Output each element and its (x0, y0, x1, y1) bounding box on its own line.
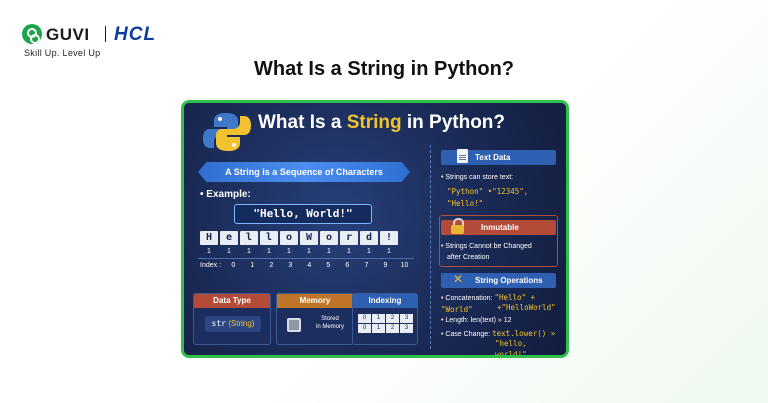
operation-code: text.lower() » (492, 329, 556, 338)
poster-title-part: in (401, 112, 430, 133)
memory-description: Stored in Memory (309, 315, 351, 331)
brand-divider (105, 26, 106, 42)
indexing-card: Indexing 0 1 2 3 0 1 2 3 (352, 293, 418, 345)
lock-icon (451, 218, 464, 234)
immutable-line: after Creation (447, 254, 490, 261)
char-cell: r (340, 231, 358, 245)
index-label: Index : (200, 261, 222, 269)
str-paren: (String) (228, 319, 255, 328)
char-cell: H (200, 231, 218, 245)
length-cell: 1 (267, 248, 271, 255)
data-type-card: Data Type str (String) (193, 293, 271, 345)
indexing-header: Indexing (353, 294, 417, 308)
document-icon (457, 149, 468, 163)
brand-hcl-text: HCL (114, 24, 157, 45)
index-row: Index : 0 1 2 3 4 5 6 7 9 10 (198, 258, 414, 271)
brand-tagline: Skill Up. Level Up (24, 48, 101, 58)
length-cell: 1 (287, 248, 291, 255)
memory-chip-icon (287, 318, 301, 332)
operation-label: • Case Change: (441, 331, 493, 338)
index-cell: 6 (345, 261, 350, 269)
operation-label: • Concatenation: (441, 295, 495, 302)
operation-result: +"HelloWorld" (497, 303, 556, 312)
length-cell: 1 (207, 248, 211, 255)
indexing-cell: 0 (358, 324, 371, 333)
index-cell: 10 (400, 261, 409, 269)
immutable-line: • Strings Cannot be Changed (441, 243, 532, 250)
char-cell: o (280, 231, 298, 245)
char-cell: l (260, 231, 278, 245)
memory-header: Memory (277, 294, 353, 308)
poster-title: What Is a String in Python? (258, 112, 505, 134)
indexing-cell: 3 (400, 324, 413, 333)
str-type-pill: str (String) (205, 316, 261, 332)
length-cell: 1 (347, 248, 351, 255)
indexing-cell: 1 (372, 324, 385, 333)
operation-length: • Length: len(text) » 12 (441, 315, 556, 326)
index-cell: 4 (307, 261, 312, 269)
memory-line: Stored (321, 316, 339, 322)
indexing-cell: 1 (372, 314, 385, 323)
length-cell: 1 (387, 248, 391, 255)
tools-icon: ✕ (453, 272, 464, 286)
indexing-grid: 0 1 2 3 0 1 2 3 (358, 314, 413, 333)
poster-title-highlight: String (346, 112, 402, 133)
side-panel: Text Data • Strings can store text: "Pyt… (430, 145, 558, 355)
index-cell: 2 (269, 261, 274, 269)
indexing-cell: 2 (386, 324, 399, 333)
index-cell: 7 (364, 261, 369, 269)
poster-title-part: Python? (429, 112, 506, 133)
char-cell: ! (380, 231, 398, 245)
length-row: 1 1 1 1 1 1 1 1 1 1 (200, 247, 398, 256)
length-cell: 1 (227, 248, 231, 255)
operation-result: "hello, world!" (495, 339, 527, 358)
character-row: H e l l o W o r d ! (200, 231, 398, 245)
length-cell: 1 (367, 248, 371, 255)
char-cell: W (300, 231, 318, 245)
indexing-cell: 0 (358, 314, 371, 323)
guvi-logo-icon (22, 24, 42, 44)
text-data-code: "Hello!" (447, 199, 484, 208)
poster-title-part: What Is a (258, 112, 347, 133)
index-cell: 0 (231, 261, 236, 269)
string-infographic: What Is a String in Python? A String is … (181, 100, 569, 358)
indexing-cell: 2 (386, 314, 399, 323)
operation-value: len(text) » 12 (470, 317, 512, 324)
data-type-header: Data Type (194, 294, 270, 308)
python-logo-icon (203, 113, 251, 151)
length-cell: 1 (247, 248, 251, 255)
index-cell: 5 (326, 261, 331, 269)
memory-line: in Memory (315, 324, 344, 330)
length-cell: 1 (327, 248, 331, 255)
memory-card: Memory Stored in Memory (276, 293, 354, 345)
char-cell: d (360, 231, 378, 245)
example-string-box: "Hello, World!" (234, 204, 372, 224)
str-code: str (211, 319, 226, 328)
char-cell: e (220, 231, 238, 245)
char-cell: l (240, 231, 258, 245)
example-label: • Example: (200, 189, 251, 200)
indexing-cell: 3 (400, 314, 413, 323)
index-cell: 3 (288, 261, 293, 269)
page-title: What Is a String in Python? (254, 58, 514, 80)
text-data-line: • Strings can store text: (441, 174, 514, 181)
brand-logo-group[interactable]: GUVI HCL Skill Up. Level Up (22, 24, 212, 60)
operation-label: • Length: (441, 317, 471, 324)
brand-guvi-text: GUVI (46, 25, 90, 44)
char-cell: o (320, 231, 338, 245)
index-cell: 1 (250, 261, 255, 269)
definition-ribbon: A String is a Sequence of Characters (198, 162, 410, 182)
text-data-code: "Python" •"12345", (447, 187, 529, 196)
length-cell: 1 (307, 248, 311, 255)
index-cell: 9 (383, 261, 388, 269)
